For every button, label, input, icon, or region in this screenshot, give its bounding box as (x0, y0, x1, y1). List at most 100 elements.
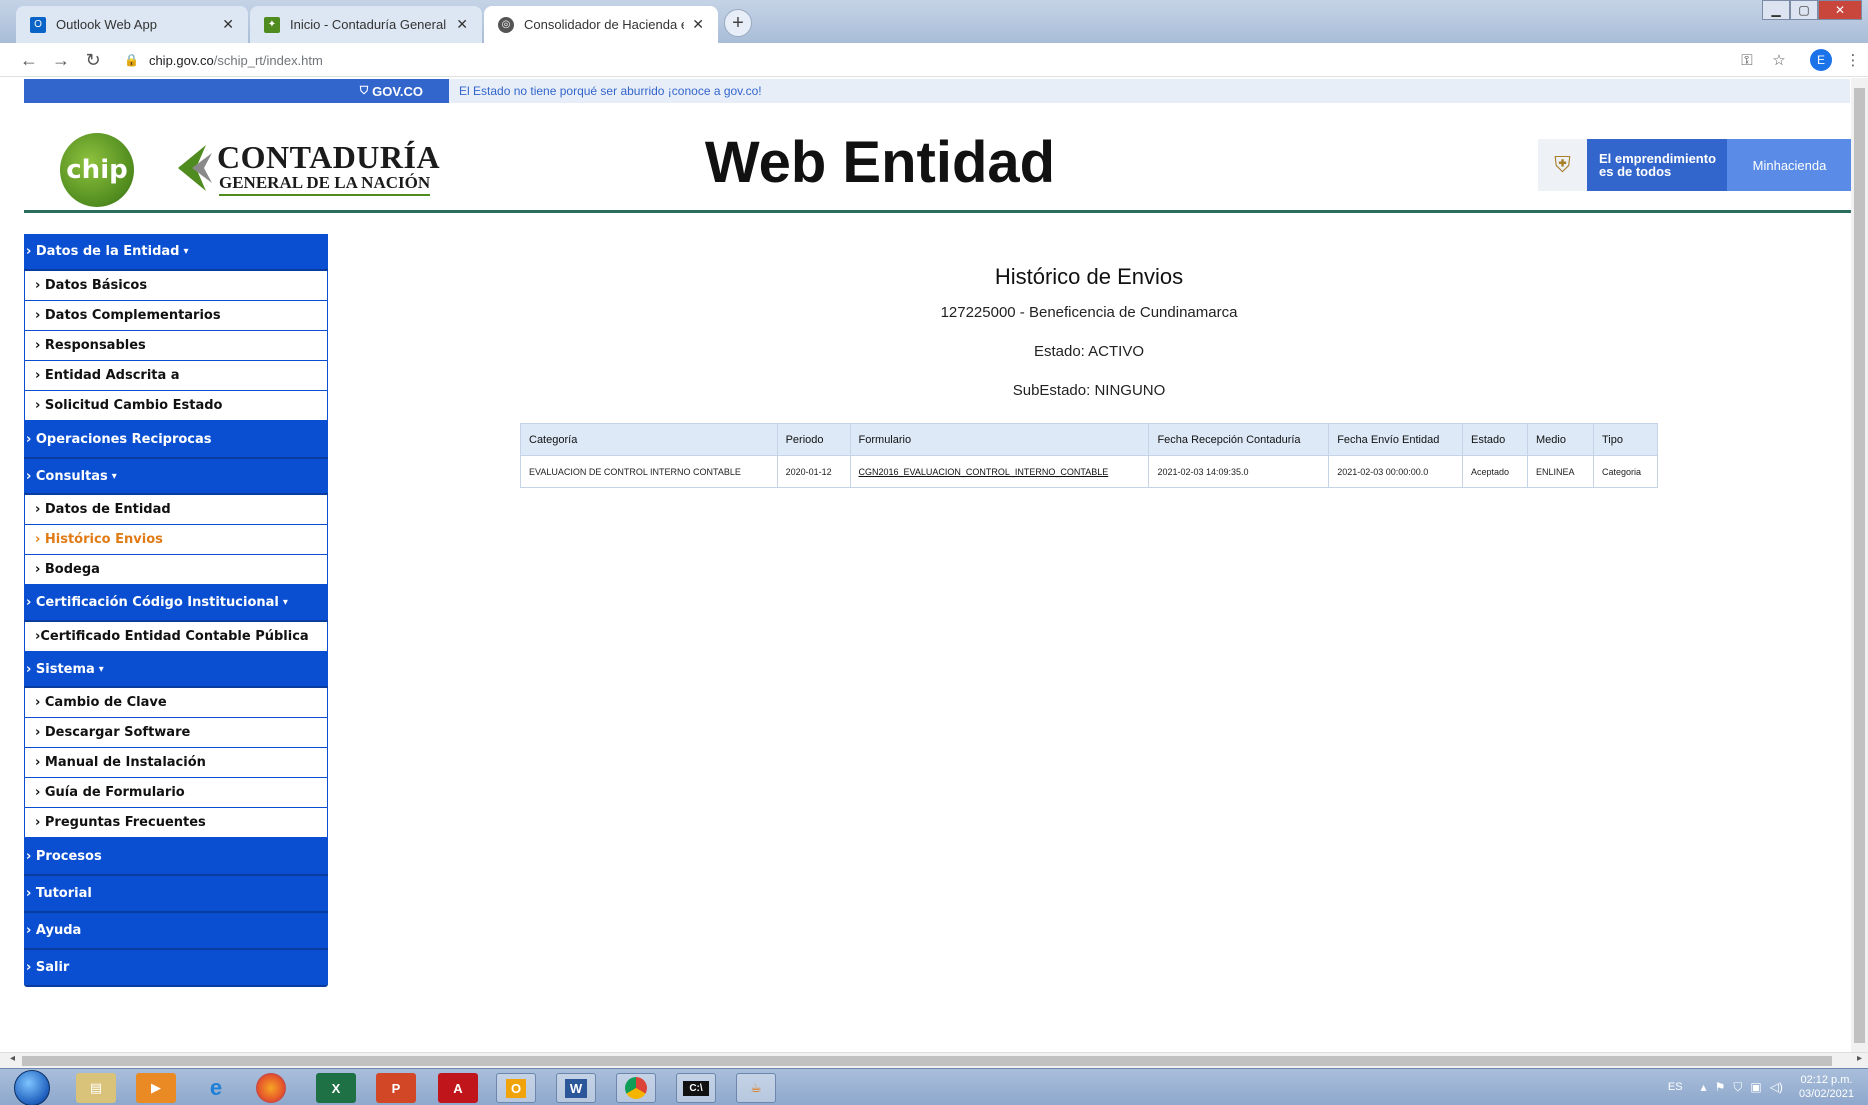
forward-icon[interactable]: → (48, 47, 74, 73)
tray-expand-icon[interactable]: ▴ (1701, 1080, 1707, 1094)
close-icon[interactable]: ✕ (222, 16, 234, 33)
caret-down-icon: ▾ (111, 470, 117, 482)
reload-icon[interactable]: ↻ (80, 47, 106, 73)
gov-shield-icon: ⛉ (359, 84, 369, 97)
scroll-left-icon[interactable]: ◂ (10, 1053, 15, 1064)
url-field[interactable]: 🔒 chip.gov.co /schip_rt/index.htm (124, 49, 323, 71)
historico-table: Categoría Periodo Formulario Fecha Recep… (520, 423, 1659, 488)
menu-item-manual-instalacion[interactable]: › Manual de Instalación (24, 748, 328, 778)
menu-item-solicitud-cambio-estado[interactable]: › Solicitud Cambio Estado (24, 391, 328, 421)
menu-item-historico-envios[interactable]: › Histórico Envios (24, 525, 328, 555)
menu-label: › Consultas (26, 468, 108, 484)
tab-consolidador[interactable]: ◎ Consolidador de Hacienda e Info ✕ (484, 6, 718, 43)
vertical-scroll-thumb[interactable] (1854, 88, 1865, 1043)
profile-avatar[interactable]: E (1810, 49, 1832, 71)
minhacienda-logo[interactable]: ⛨ El emprendimiento es de todos Minhacie… (1538, 139, 1852, 191)
menu-item-datos-complementarios[interactable]: › Datos Complementarios (24, 301, 328, 331)
menu-certificacion[interactable]: › Certificación Código Institucional ▾ (24, 585, 328, 622)
tab-title: Inicio - Contaduría General de la (290, 17, 448, 32)
menu-item-cambio-clave[interactable]: › Cambio de Clave (24, 688, 328, 718)
menu-operaciones-reciprocas[interactable]: › Operaciones Reciprocas (24, 421, 328, 459)
lock-icon: 🔒 (124, 53, 139, 67)
menu-kebab-icon[interactable]: ⋮ (1842, 49, 1864, 71)
gov-logo-text: GOV.CO (372, 83, 423, 99)
menu-item-responsables[interactable]: › Responsables (24, 331, 328, 361)
maximize-icon[interactable]: ▢ (1790, 0, 1818, 20)
windows-explorer-icon[interactable]: ▤ (76, 1073, 116, 1103)
main-content: Histórico de Envios 127225000 - Benefice… (520, 260, 1659, 488)
cell-medio: ENLINEA (1527, 455, 1594, 488)
globe-icon: ◎ (498, 16, 514, 33)
vertical-scrollbar[interactable] (1851, 78, 1868, 1055)
media-player-icon[interactable]: ▶ (136, 1073, 176, 1103)
horizontal-scrollbar[interactable]: ◂ ▸ (0, 1052, 1868, 1068)
url-path: /schip_rt/index.htm (213, 52, 323, 68)
key-icon[interactable]: ⚿ (1736, 49, 1758, 71)
menu-datos-entidad[interactable]: › Datos de la Entidad ▾ (24, 234, 328, 271)
outlook-icon: O (30, 16, 46, 33)
formulario-link[interactable]: CGN2016_EVALUACION_CONTROL_INTERNO_CONTA… (859, 467, 1109, 477)
cell-formulario: CGN2016_EVALUACION_CONTROL_INTERNO_CONTA… (849, 455, 1150, 488)
cmd-icon[interactable]: C:\ (676, 1073, 716, 1103)
tab-contaduria[interactable]: ✦ Inicio - Contaduría General de la ✕ (250, 6, 482, 43)
menu-item-datos-de-entidad[interactable]: › Datos de Entidad (24, 495, 328, 525)
firefox-icon[interactable] (256, 1073, 286, 1103)
internet-explorer-icon[interactable]: e (196, 1073, 236, 1103)
menu-consultas[interactable]: › Consultas ▾ (24, 459, 328, 495)
menu-item-bodega[interactable]: › Bodega (24, 555, 328, 585)
gov-bar-message[interactable]: El Estado no tiene porqué ser aburrido ¡… (459, 79, 762, 103)
chrome-icon[interactable] (616, 1073, 656, 1103)
gov-co-logo[interactable]: ⛉ GOV.CO (24, 79, 449, 103)
clock[interactable]: 02:12 p.m. 03/02/2021 (1799, 1073, 1854, 1101)
menu-item-datos-basicos[interactable]: › Datos Básicos (24, 271, 328, 301)
word-icon[interactable]: W (556, 1073, 596, 1103)
network-icon[interactable]: ▣ (1750, 1080, 1761, 1094)
menu-item-certificado-entidad[interactable]: ›Certificado Entidad Contable Pública (24, 622, 328, 652)
menu-item-guia-formulario[interactable]: › Guía de Formulario (24, 778, 328, 808)
menu-item-descargar-software[interactable]: › Descargar Software (24, 718, 328, 748)
menu-procesos[interactable]: › Procesos (24, 838, 328, 876)
menu-salir[interactable]: › Salir (24, 950, 328, 987)
close-icon[interactable]: ✕ (692, 16, 704, 33)
close-window-icon[interactable]: ✕ (1818, 0, 1862, 20)
outlook-icon[interactable]: O (496, 1073, 536, 1103)
col-periodo: Periodo (776, 423, 851, 456)
caret-down-icon: ▾ (183, 246, 189, 257)
minimize-icon[interactable]: ▁ (1762, 0, 1790, 20)
col-fecha-envio: Fecha Envío Entidad (1328, 423, 1464, 456)
powerpoint-icon[interactable]: P (376, 1073, 416, 1103)
clock-time: 02:12 p.m. (1800, 1074, 1853, 1086)
estado-text: Estado: ACTIVO (1033, 343, 1145, 360)
menu-item-entidad-adscrita[interactable]: › Entidad Adscrita a (24, 361, 328, 391)
col-formulario: Formulario (849, 423, 1150, 456)
menu-tutorial[interactable]: › Tutorial (24, 876, 328, 913)
volume-icon[interactable]: ◁) (1770, 1080, 1783, 1094)
close-icon[interactable]: ✕ (456, 16, 468, 33)
menu-ayuda[interactable]: › Ayuda (24, 913, 328, 950)
scroll-right-icon[interactable]: ▸ (1857, 1053, 1862, 1064)
back-icon[interactable]: ← (16, 47, 42, 73)
slogan-line2: es de todos (1599, 164, 1672, 179)
new-tab-button[interactable]: + (724, 9, 752, 37)
excel-icon[interactable]: X (316, 1073, 356, 1103)
cell-periodo: 2020-01-12 (776, 455, 851, 488)
cgn-favicon: ✦ (264, 16, 280, 33)
start-button[interactable] (14, 1070, 50, 1105)
language-indicator[interactable]: ES (1668, 1081, 1683, 1093)
horizontal-scroll-thumb[interactable] (22, 1056, 1832, 1066)
table-header-row: Categoría Periodo Formulario Fecha Recep… (520, 423, 1659, 456)
tray-shield-icon[interactable]: ⛉ (1733, 1080, 1742, 1095)
tray-flag-icon[interactable]: ⚑ (1715, 1080, 1726, 1094)
minhacienda-label: Minhacienda (1727, 139, 1852, 191)
menu-item-preguntas-frecuentes[interactable]: › Preguntas Frecuentes (24, 808, 328, 838)
menu-label: › Procesos (26, 848, 102, 864)
tab-outlook[interactable]: O Outlook Web App ✕ (16, 6, 248, 43)
acrobat-icon[interactable]: A (438, 1073, 478, 1103)
cell-tipo: Categoria (1592, 455, 1659, 488)
menu-sistema[interactable]: › Sistema ▾ (24, 652, 328, 688)
address-bar: ← → ↻ 🔒 chip.gov.co /schip_rt/index.htm … (0, 43, 1868, 77)
java-icon[interactable]: ☕ (736, 1073, 776, 1103)
col-tipo: Tipo (1592, 423, 1659, 456)
bookmark-star-icon[interactable]: ☆ (1768, 49, 1790, 71)
subestado-text: SubEstado: NINGUNO (1012, 382, 1166, 399)
